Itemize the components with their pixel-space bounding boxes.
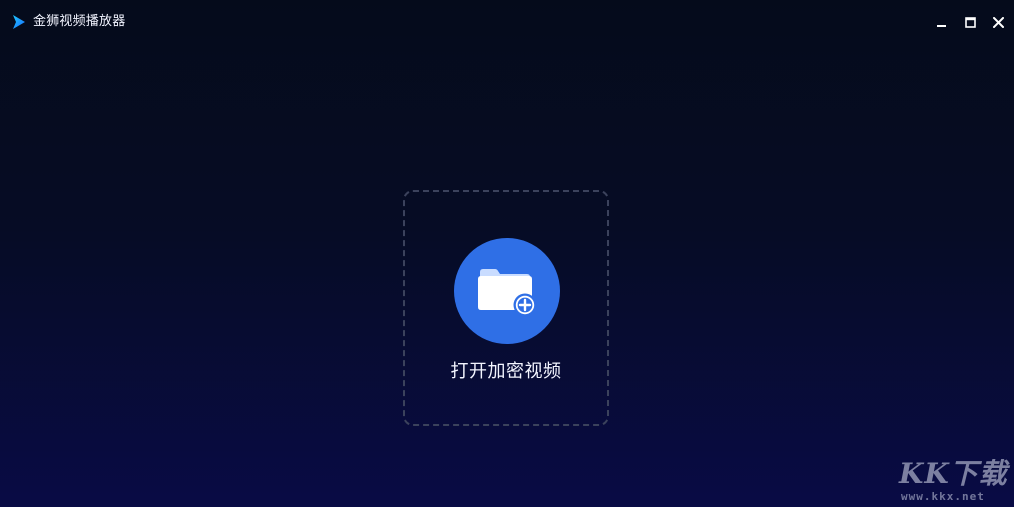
close-button[interactable] bbox=[988, 12, 1008, 32]
watermark: KK下载 www.kkx.net bbox=[895, 452, 1008, 504]
maximize-button[interactable] bbox=[960, 12, 980, 32]
watermark-url: www.kkx.net bbox=[901, 490, 985, 503]
title-bar[interactable]: 金狮视频播放器 bbox=[0, 0, 1014, 44]
maximize-icon bbox=[964, 16, 976, 28]
open-encrypted-video-dropzone[interactable]: 打开加密视频 bbox=[403, 190, 609, 426]
open-encrypted-video-button[interactable] bbox=[454, 238, 560, 344]
minimize-icon bbox=[937, 25, 946, 27]
window-controls bbox=[932, 12, 1008, 34]
watermark-logo: KK下载 bbox=[899, 457, 1008, 490]
app-title: 金狮视频播放器 bbox=[33, 14, 126, 29]
close-icon bbox=[992, 16, 1004, 28]
minimize-button[interactable] bbox=[932, 12, 952, 32]
open-encrypted-video-label: 打开加密视频 bbox=[450, 361, 562, 382]
folder-add-icon bbox=[478, 269, 537, 317]
play-triangle-icon bbox=[13, 15, 25, 29]
